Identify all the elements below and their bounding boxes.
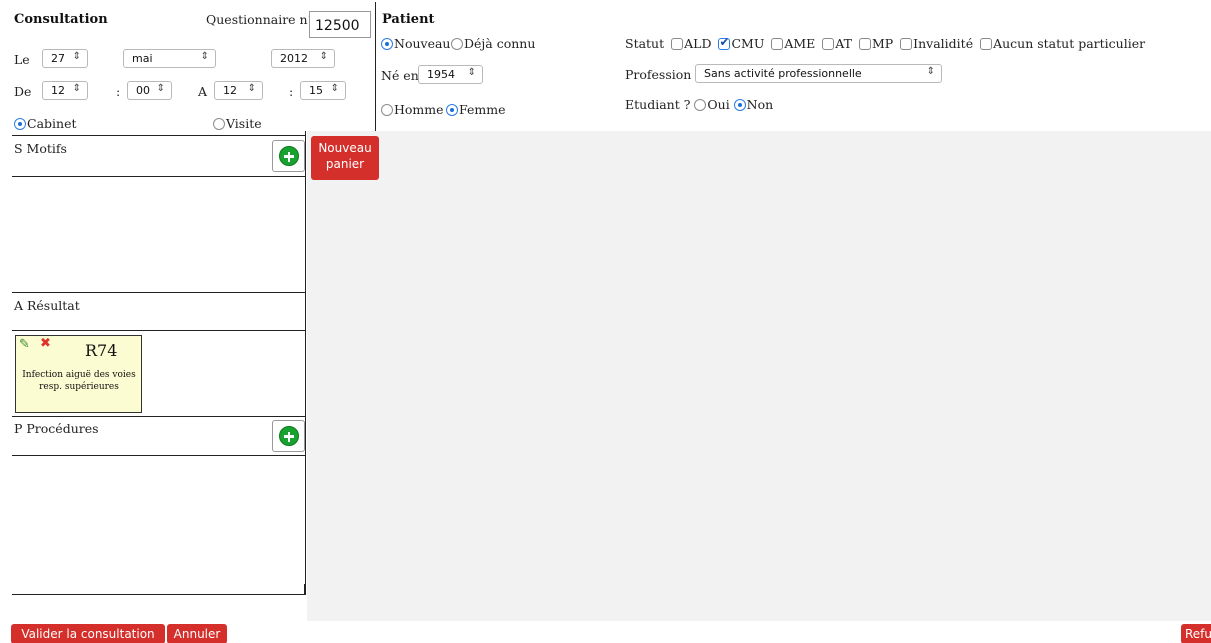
radio-icon[interactable] <box>694 99 707 111</box>
place-visite-option[interactable]: Visite <box>213 116 262 131</box>
colon-separator: : <box>116 84 121 99</box>
checkbox-checked-icon[interactable] <box>718 35 731 50</box>
add-procedure-button[interactable] <box>272 420 305 452</box>
chevron-updown-icon: ⇕ <box>330 83 339 94</box>
statut-mp[interactable]: MP <box>856 36 893 51</box>
plus-icon <box>279 426 299 446</box>
section-divider <box>12 176 306 177</box>
delete-icon[interactable]: ✖ <box>40 336 51 351</box>
radio-icon[interactable] <box>381 104 393 116</box>
radio-checked-icon[interactable] <box>733 99 746 111</box>
chevron-updown-icon: ⇕ <box>926 66 935 77</box>
validate-button[interactable]: Valider la consultation <box>11 624 165 643</box>
from-hour-select[interactable]: 12 ⇕ <box>42 81 88 100</box>
cancel-button[interactable]: Annuler <box>167 624 227 643</box>
sex-homme-option[interactable]: Homme <box>381 102 444 117</box>
section-divider <box>304 584 305 595</box>
section-divider <box>12 135 306 136</box>
statut-ame[interactable]: AME <box>768 36 815 51</box>
student-oui-option[interactable]: Oui <box>694 97 730 112</box>
checkbox-icon[interactable] <box>980 38 993 50</box>
to-min-select[interactable]: 15 ⇕ <box>300 81 346 100</box>
statut-invalidite[interactable]: Invalidité <box>897 36 973 51</box>
from-min-select[interactable]: 00 ⇕ <box>127 81 172 100</box>
student-non-option[interactable]: Non <box>733 97 773 112</box>
left-panel-border <box>305 131 306 595</box>
day-select[interactable]: 27 ⇕ <box>42 49 88 68</box>
radio-checked-icon[interactable] <box>446 104 458 116</box>
refuse-button[interactable]: Refu <box>1181 624 1211 643</box>
to-hour-select[interactable]: 12 ⇕ <box>214 81 263 100</box>
to-label: A <box>198 84 208 99</box>
section-divider <box>12 330 306 331</box>
profession-label: Profession <box>625 67 692 82</box>
section-divider <box>12 292 306 293</box>
sex-femme-option[interactable]: Femme <box>446 102 506 117</box>
motifs-title: S Motifs <box>14 141 67 156</box>
chevron-updown-icon: ⇕ <box>467 67 476 78</box>
questionnaire-label: Questionnaire n° <box>206 12 314 27</box>
result-description: Infection aiguë des voies resp. supérieu… <box>22 370 136 392</box>
section-divider <box>12 416 306 417</box>
born-year-select[interactable]: 1954 ⇕ <box>418 65 483 84</box>
add-motif-button[interactable] <box>272 140 305 172</box>
student-row: Etudiant ? Oui Non <box>625 97 773 112</box>
questionnaire-input[interactable]: 12500 <box>309 11 371 38</box>
date-label: Le <box>14 52 30 67</box>
resultat-title: A Résultat <box>14 298 80 313</box>
chevron-updown-icon: ⇕ <box>200 51 209 62</box>
consultation-title: Consultation <box>14 12 108 27</box>
procedures-title: P Procédures <box>14 421 99 436</box>
checkbox-icon[interactable] <box>771 38 784 50</box>
statut-cmu[interactable]: CMU <box>715 35 764 51</box>
section-divider <box>12 455 306 456</box>
patient-type-connu[interactable]: Déjà connu <box>451 36 535 51</box>
statut-ald[interactable]: ALD <box>668 36 711 51</box>
patient-title: Patient <box>382 12 435 27</box>
basket-panel <box>307 131 1211 621</box>
checkbox-icon[interactable] <box>822 38 835 50</box>
chevron-updown-icon: ⇕ <box>247 83 256 94</box>
checkbox-icon[interactable] <box>671 38 684 50</box>
chevron-updown-icon: ⇕ <box>72 83 81 94</box>
chevron-updown-icon: ⇕ <box>156 83 165 94</box>
plus-icon <box>279 146 299 166</box>
year-select[interactable]: 2012 ⇕ <box>271 49 335 68</box>
statut-row: Statut ALD CMU AME AT MP Invalidité Aucu… <box>625 35 1145 51</box>
born-label: Né en <box>381 68 419 83</box>
section-divider <box>12 594 306 595</box>
colon-separator: : <box>289 84 294 99</box>
statut-at[interactable]: AT <box>819 36 852 51</box>
radio-icon[interactable] <box>451 38 463 50</box>
radio-checked-icon[interactable] <box>14 118 26 130</box>
result-card[interactable]: ✎ ✖ R74 Infection aiguë des voies resp. … <box>15 335 142 413</box>
radio-icon[interactable] <box>213 118 225 130</box>
profession-select[interactable]: Sans activité professionnelle ⇕ <box>695 64 942 83</box>
edit-pencil-icon[interactable]: ✎ <box>19 337 30 352</box>
statut-label: Statut <box>625 36 665 51</box>
header-divider <box>375 2 376 132</box>
month-select[interactable]: mai ⇕ <box>123 49 216 68</box>
student-label: Etudiant ? <box>625 97 691 112</box>
place-cabinet-option[interactable]: Cabinet <box>14 116 77 131</box>
new-basket-button[interactable]: Nouveau panier <box>311 136 379 180</box>
checkbox-icon[interactable] <box>858 38 871 50</box>
patient-type-nouveau[interactable]: Nouveau <box>381 36 450 51</box>
chevron-updown-icon: ⇕ <box>319 51 328 62</box>
result-code: R74 <box>85 341 118 360</box>
radio-checked-icon[interactable] <box>381 38 393 50</box>
checkbox-icon[interactable] <box>900 38 913 50</box>
chevron-updown-icon: ⇕ <box>72 51 81 62</box>
statut-aucun[interactable]: Aucun statut particulier <box>977 36 1145 51</box>
from-label: De <box>14 84 32 99</box>
